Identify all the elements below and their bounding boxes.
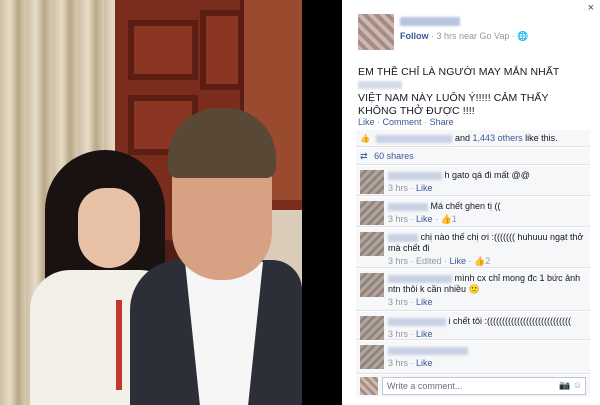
commenter-name-blurred[interactable] <box>388 274 452 283</box>
comment-time: 3 hrs · <box>388 329 417 339</box>
comment-link[interactable]: Comment <box>383 117 422 127</box>
follow-link[interactable]: Follow <box>400 31 429 41</box>
camera-emoji-icons[interactable]: 📷 ☺ <box>559 380 582 391</box>
avatar[interactable] <box>360 273 384 297</box>
like-link[interactable]: Like <box>358 117 375 127</box>
comment-item: h gato qá đi mất @@ 3 hrs · Like <box>356 166 590 196</box>
post-message-line: VIỆT NAM NÀY LUÔN Ý!!!!! CẢM THẤY KHÔNG … <box>358 92 549 117</box>
share-icon: ⇄ <box>360 151 368 161</box>
avatar[interactable] <box>360 316 384 340</box>
write-comment-bar: Write a comment... 📷 ☺ <box>356 375 590 397</box>
avatar[interactable] <box>360 201 384 225</box>
comment-like-link[interactable]: Like <box>416 358 433 368</box>
post-message: EM THỀ CHỈ LÀ NGƯỜI MAY MẮN NHẤT VIỆT NA… <box>358 66 588 118</box>
avatar[interactable] <box>360 232 384 256</box>
comment-text: h gato qá đi mất @@ <box>444 170 530 180</box>
comment-text: Má chết ghen tị (( <box>430 201 501 211</box>
comment-text: i chết tôi :(((((((((((((((((((((((((((( <box>448 316 571 326</box>
avatar[interactable] <box>360 170 384 194</box>
blurred-text <box>358 81 402 90</box>
lanyard <box>116 300 122 390</box>
commenter-name-blurred[interactable] <box>388 317 446 326</box>
post-meta: Follow · 3 hrs near Go Vap · 🌐 <box>400 31 529 42</box>
comment-likes-count[interactable]: 1 <box>452 214 457 224</box>
post-photo[interactable] <box>0 0 302 405</box>
avatar <box>360 377 378 395</box>
comment-like-link[interactable]: Like <box>416 214 433 224</box>
thumbs-up-icon: 👍 <box>440 214 452 224</box>
likes-others-link[interactable]: 1,443 others <box>473 133 523 143</box>
comment-item: 3 hrs · Like <box>356 341 590 374</box>
comment-item: chị nào thế chị ơi :((((((( huhuuu ngạt … <box>356 228 590 268</box>
close-icon[interactable]: × <box>588 2 594 14</box>
comment-time: 3 hrs · <box>388 297 417 307</box>
comment-like-link[interactable]: Like <box>416 297 433 307</box>
comment-item: i chết tôi :((((((((((((((((((((((((((((… <box>356 312 590 340</box>
avatar[interactable] <box>360 345 384 369</box>
commenter-name-blurred[interactable] <box>388 346 468 355</box>
comment-like-link[interactable]: Like <box>416 329 433 339</box>
comment-likes-count[interactable]: 2 <box>485 256 490 266</box>
likes-bar: 👍 and 1,443 others like this. <box>356 130 590 147</box>
post-message-line: EM THỀ CHỈ LÀ NGƯỜI MAY MẮN NHẤT <box>358 66 560 78</box>
likes-and: and <box>455 133 471 143</box>
wall-panel <box>200 10 244 90</box>
comment-input[interactable]: Write a comment... <box>382 377 586 395</box>
shares-bar: ⇄ 60 shares <box>356 148 590 165</box>
commenter-name-blurred[interactable] <box>388 171 442 180</box>
blurred-names <box>376 134 453 143</box>
woman-face <box>78 188 140 268</box>
author-name-blurred[interactable] <box>400 17 460 26</box>
thumbs-up-icon: 👍 <box>360 134 370 143</box>
commenter-name-blurred[interactable] <box>388 233 418 242</box>
comment-like-link[interactable]: Like <box>450 256 467 266</box>
post-time: · 3 hrs near Go Vap · <box>428 31 518 41</box>
comment-item: mình cx chỉ mong đc 1 bức ảnh ntn thôi k… <box>356 269 590 311</box>
shares-count-link[interactable]: 60 shares <box>374 151 414 161</box>
comment-time: 3 hrs · Edited · <box>388 256 450 266</box>
share-link[interactable]: Share <box>430 117 454 127</box>
post-actions: Like · Comment · Share <box>358 117 454 127</box>
likes-suffix: like this. <box>525 133 558 143</box>
wall-panel <box>128 20 198 80</box>
avatar[interactable] <box>358 14 394 50</box>
comment-time: 3 hrs · <box>388 183 417 193</box>
post-header: Follow · 3 hrs near Go Vap · 🌐 <box>358 14 594 54</box>
comment-like-link[interactable]: Like <box>416 183 433 193</box>
commenter-name-blurred[interactable] <box>388 202 428 211</box>
thumbs-up-icon: 👍 <box>474 256 486 266</box>
comment-time: 3 hrs · <box>388 358 417 368</box>
post-panel: × Follow · 3 hrs near Go Vap · 🌐 EM THỀ … <box>342 0 600 405</box>
comment-time: 3 hrs · <box>388 214 417 224</box>
globe-icon[interactable]: 🌐 <box>517 31 528 41</box>
comment-item: Má chết ghen tị (( 3 hrs · Like · 👍1 <box>356 197 590 227</box>
